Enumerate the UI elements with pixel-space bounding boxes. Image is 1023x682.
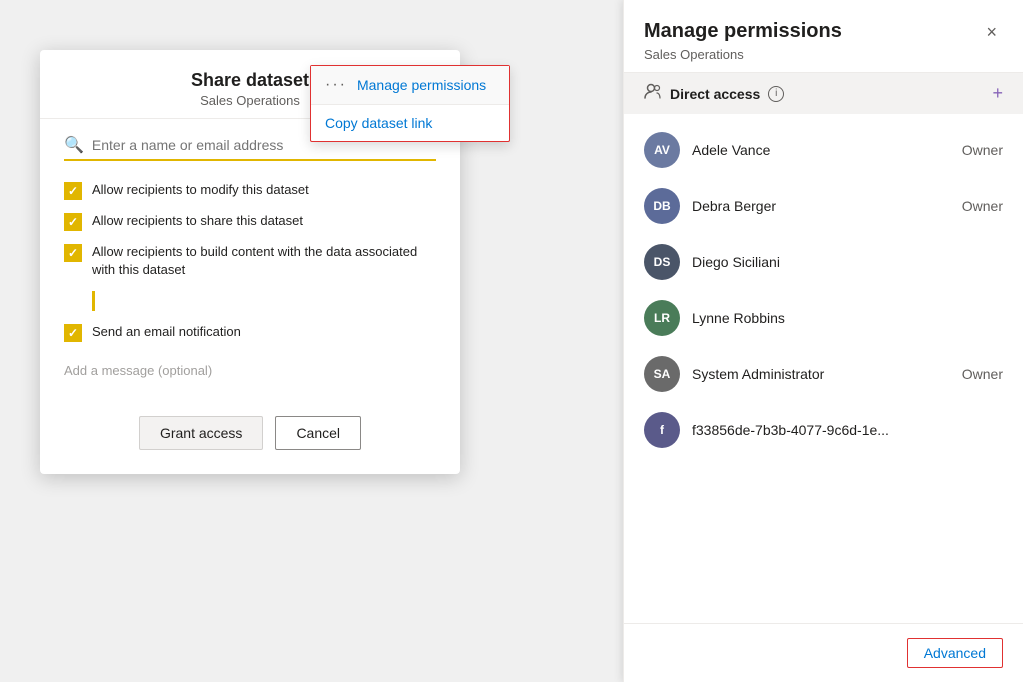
close-button[interactable]: ×: [980, 20, 1003, 45]
user-name: System Administrator: [692, 366, 962, 382]
user-role: Owner: [962, 142, 1003, 158]
checkbox-label-3: Allow recipients to build content with t…: [92, 243, 436, 279]
dots-icon: ···: [325, 76, 347, 94]
avatar: LR: [644, 300, 680, 336]
search-icon: 🔍: [64, 135, 84, 155]
checkbox-1[interactable]: [64, 182, 82, 200]
checkbox-row-3: Allow recipients to build content with t…: [64, 243, 436, 279]
user-role: Owner: [962, 366, 1003, 382]
user-role: Owner: [962, 198, 1003, 214]
user-name: Adele Vance: [692, 142, 962, 158]
table-row: DS Diego Siciliani: [624, 234, 1023, 290]
direct-access-icon: [644, 83, 662, 104]
manage-permissions-label[interactable]: Manage permissions: [357, 77, 486, 93]
user-name: f33856de-7b3b-4077-9c6d-1e...: [692, 422, 1003, 438]
table-row: f f33856de-7b3b-4077-9c6d-1e...: [624, 402, 1023, 458]
grant-access-button[interactable]: Grant access: [139, 416, 263, 450]
message-area: Add a message (optional): [64, 354, 436, 388]
table-row: SA System Administrator Owner: [624, 346, 1023, 402]
manage-panel-header-text: Manage permissions Sales Operations: [644, 20, 842, 62]
checkbox-row-2: Allow recipients to share this dataset: [64, 212, 436, 231]
avatar: SA: [644, 356, 680, 392]
checkbox-label-4: Send an email notification: [92, 323, 241, 341]
checkbox-3[interactable]: [64, 244, 82, 262]
user-name: Diego Siciliani: [692, 254, 1003, 270]
dialog-footer: Grant access Cancel: [64, 408, 436, 450]
add-user-icon[interactable]: +: [992, 83, 1003, 104]
screen: Share dataset Sales Operations 🔍 Allow r…: [0, 0, 1023, 682]
avatar: f: [644, 412, 680, 448]
avatar: DS: [644, 244, 680, 280]
checkbox-label-2: Allow recipients to share this dataset: [92, 212, 303, 230]
table-row: LR Lynne Robbins: [624, 290, 1023, 346]
checkbox-2[interactable]: [64, 213, 82, 231]
manage-panel-footer: Advanced: [624, 623, 1023, 682]
avatar: AV: [644, 132, 680, 168]
table-row: AV Adele Vance Owner: [624, 122, 1023, 178]
vertical-bar: [92, 291, 95, 311]
direct-access-left: Direct access i: [644, 83, 784, 104]
user-name: Debra Berger: [692, 198, 962, 214]
info-icon[interactable]: i: [768, 86, 784, 102]
checkbox-row-1: Allow recipients to modify this dataset: [64, 181, 436, 200]
share-dialog-body: 🔍 Allow recipients to modify this datase…: [40, 119, 460, 474]
manage-panel-title: Manage permissions: [644, 20, 842, 43]
checkbox-row-4: Send an email notification: [64, 323, 436, 342]
manage-panel: Manage permissions Sales Operations × Di…: [623, 0, 1023, 682]
checkbox-4[interactable]: [64, 324, 82, 342]
table-row: DB Debra Berger Owner: [624, 178, 1023, 234]
avatar: DB: [644, 188, 680, 224]
direct-access-label: Direct access: [670, 86, 760, 102]
direct-access-bar: Direct access i +: [624, 73, 1023, 114]
users-list: AV Adele Vance Owner DB Debra Berger Own…: [624, 114, 1023, 623]
context-menu-trigger: ··· Manage permissions: [311, 66, 509, 105]
context-menu: ··· Manage permissions Copy dataset link: [310, 65, 510, 142]
cancel-button[interactable]: Cancel: [275, 416, 361, 450]
manage-panel-subtitle: Sales Operations: [644, 47, 842, 62]
user-name: Lynne Robbins: [692, 310, 1003, 326]
copy-dataset-link-item[interactable]: Copy dataset link: [311, 105, 509, 141]
advanced-button[interactable]: Advanced: [907, 638, 1003, 668]
message-placeholder: Add a message (optional): [64, 363, 212, 378]
manage-panel-header: Manage permissions Sales Operations ×: [624, 0, 1023, 73]
checkbox-label-1: Allow recipients to modify this dataset: [92, 181, 309, 199]
